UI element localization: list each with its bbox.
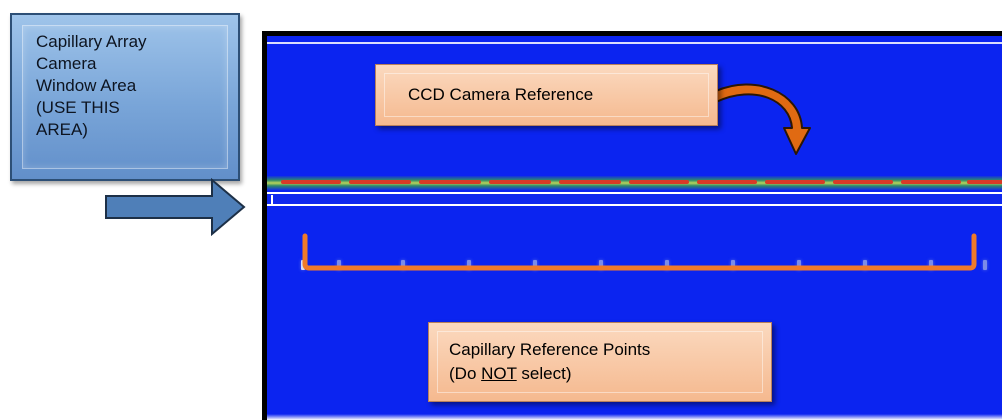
ccd-camera-reference-label: CCD Camera Reference [408,85,594,104]
capillary-reference-label: Capillary Reference Points (Do NOT selec… [449,338,650,386]
right-arrow-icon [105,178,246,236]
camera-window-callout: Capillary Array Camera Window Area (USE … [10,13,240,181]
fluorescence-segment [281,180,341,184]
capillary-reference-point [983,260,987,270]
capillary-reference-point [337,260,341,270]
fluorescence-segment [765,180,825,184]
line2-suffix: select) [516,364,572,383]
capillary-reference-point [863,260,867,270]
fluorescence-segment [901,180,961,184]
line2-emphasis: NOT [481,364,517,383]
fluorescence-segment [967,180,1002,184]
ccd-camera-reference-callout: CCD Camera Reference [375,64,718,126]
line2-prefix: (Do [449,364,482,383]
capillary-reference-line2: (Do NOT select) [449,362,650,386]
capillary-reference-point [533,260,537,270]
capillary-reference-point [401,260,405,270]
capillary-reference-line1: Capillary Reference Points [449,340,651,359]
fluorescence-segment [419,180,481,184]
capillary-reference-point [797,260,801,270]
diagram-canvas: Capillary Array Camera Window Area (USE … [0,0,1002,420]
fluorescence-segment [489,180,551,184]
band-start-tick [271,195,273,204]
camera-reference-band[interactable] [267,192,1002,206]
capillary-reference-point [731,260,735,270]
fluorescence-segment [349,180,411,184]
capillary-reference-point [929,260,933,270]
fluorescence-segment [559,180,621,184]
capillary-reference-point [599,260,603,270]
fluorescence-segment [697,180,757,184]
fluorescence-segment [629,180,689,184]
window-bottom-line [267,414,1002,420]
fluorescence-segment [833,180,893,184]
window-top-line [267,42,1002,44]
capillary-reference-callout: Capillary Reference Points (Do NOT selec… [428,322,772,402]
camera-window-callout-text: Capillary Array Camera Window Area (USE … [36,32,147,139]
capillary-reference-point [301,260,305,270]
capillary-reference-point [467,260,471,270]
capillary-reference-point [665,260,669,270]
